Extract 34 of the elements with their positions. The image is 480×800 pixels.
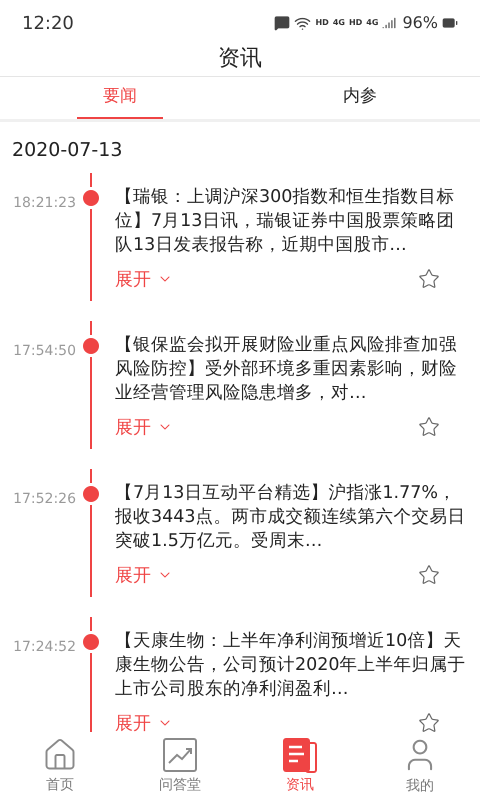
document-icon bbox=[282, 736, 318, 772]
news-text: 【天康生物：上半年净利润预增近10倍】天康生物公告，公司预计2020年上半年归属于上市公司股东的净利润盈利… bbox=[115, 630, 466, 700]
expand-button[interactable]: 展开 bbox=[115, 710, 173, 732]
chart-icon bbox=[162, 736, 198, 772]
news-text: 【瑞银：上调沪深300指数和恒生指数目标位】7月13日讯，瑞银证券中国股票策略团队13日发表报告称，近期中国股市… bbox=[115, 186, 456, 256]
star-icon[interactable] bbox=[418, 712, 440, 732]
star-icon[interactable] bbox=[418, 416, 440, 438]
nav-tab[interactable]: 首页 bbox=[0, 732, 120, 800]
expand-button[interactable]: 展开 bbox=[115, 414, 173, 440]
network-label: HD bbox=[348, 17, 362, 29]
news-text: 【银保监会拟开展财险业重点风险排查加强风险防控】受外部环境多重因素影响，财险业经营管理风险隐患增多，对… bbox=[115, 334, 458, 404]
nav-tab[interactable]: 资讯 bbox=[240, 732, 360, 800]
news-time: 18:21:23 bbox=[13, 194, 76, 212]
date-heading: 2020-07-13 bbox=[12, 139, 122, 161]
news-text: 【7月13日互动平台精选】沪指涨1.77%，报收3443点。两市成交额连续第六个交易日突破1.5万亿元。受周末… bbox=[115, 482, 466, 552]
signal-icon bbox=[382, 16, 396, 30]
news-time: 17:54:50 bbox=[13, 342, 76, 360]
news-time: 17:24:52 bbox=[13, 638, 76, 656]
message-icon bbox=[274, 15, 290, 31]
tab[interactable]: 要闻 bbox=[77, 77, 163, 119]
nav-tab[interactable]: 问答堂 bbox=[120, 732, 240, 800]
nav-tab[interactable]: 我的 bbox=[360, 732, 480, 800]
battery-percent: 96% bbox=[402, 12, 438, 34]
star-icon[interactable] bbox=[418, 268, 440, 290]
star-icon[interactable] bbox=[418, 564, 440, 586]
network-label: HD bbox=[315, 17, 329, 29]
tab[interactable]: 内参 bbox=[317, 77, 403, 119]
network-label: 4G bbox=[366, 17, 378, 29]
status-time: 12:20 bbox=[22, 12, 74, 36]
expand-button[interactable]: 展开 bbox=[115, 562, 173, 588]
page-title: 资讯 bbox=[218, 46, 262, 72]
news-time: 17:52:26 bbox=[13, 490, 76, 508]
network-label: 4G bbox=[332, 17, 345, 29]
expand-button[interactable]: 展开 bbox=[115, 266, 173, 292]
